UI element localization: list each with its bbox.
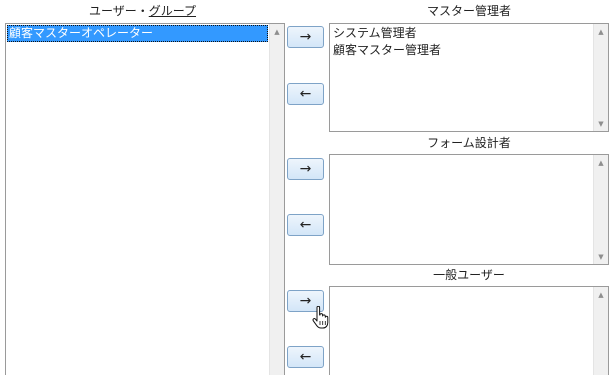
general-users-list [331, 288, 592, 375]
form-designers-scrollbar[interactable]: ▲ ▼ [593, 155, 608, 264]
list-item[interactable]: 顧客マスター管理者 [331, 42, 592, 59]
users-groups-list: 顧客マスターオペレーター [7, 25, 268, 375]
group-title-form-designers: フォーム設計者 [427, 136, 511, 150]
form-designers-listbox[interactable]: ▲ ▼ [329, 154, 609, 265]
scroll-up-arrow-icon[interactable]: ▲ [594, 24, 608, 39]
scroll-down-arrow-icon[interactable]: ▼ [594, 249, 608, 264]
users-groups-scrollbar[interactable]: ▲ [269, 24, 284, 375]
users-groups-listbox[interactable]: 顧客マスターオペレーター ▲ [5, 23, 285, 375]
remove-from-general-users-button[interactable]: ← [287, 346, 324, 368]
left-panel-title: ユーザー・グループ [0, 3, 285, 19]
groups-link[interactable]: グループ [149, 4, 196, 18]
master-admins-list: システム管理者 顧客マスター管理者 [331, 25, 592, 130]
add-to-form-designers-button[interactable]: → [287, 158, 324, 180]
scroll-up-arrow-icon[interactable]: ▲ [594, 287, 608, 302]
scroll-up-arrow-icon[interactable]: ▲ [270, 24, 284, 39]
remove-from-master-admins-button[interactable]: ← [287, 83, 324, 105]
scroll-up-arrow-icon[interactable]: ▲ [594, 155, 608, 170]
left-panel-title-prefix: ユーザー・ [88, 4, 149, 18]
list-item[interactable]: システム管理者 [331, 25, 592, 42]
group-membership-editor: ユーザー・グループ 顧客マスターオペレーター ▲ マスター管理者 → ← システ… [0, 0, 613, 375]
remove-from-form-designers-button[interactable]: ← [287, 214, 324, 236]
general-users-scrollbar[interactable]: ▲ [593, 287, 608, 375]
scroll-down-arrow-icon[interactable]: ▼ [594, 116, 608, 131]
master-admins-listbox[interactable]: システム管理者 顧客マスター管理者 ▲ ▼ [329, 23, 609, 132]
list-item[interactable]: 顧客マスターオペレーター [7, 25, 268, 42]
group-title-general-users: 一般ユーザー [433, 268, 505, 282]
form-designers-list [331, 156, 592, 263]
hand-pointer-icon [312, 306, 329, 329]
add-to-master-admins-button[interactable]: → [287, 26, 324, 48]
master-admins-scrollbar[interactable]: ▲ ▼ [593, 24, 608, 131]
general-users-listbox[interactable]: ▲ [329, 286, 609, 375]
group-title-master-admins: マスター管理者 [426, 4, 511, 18]
